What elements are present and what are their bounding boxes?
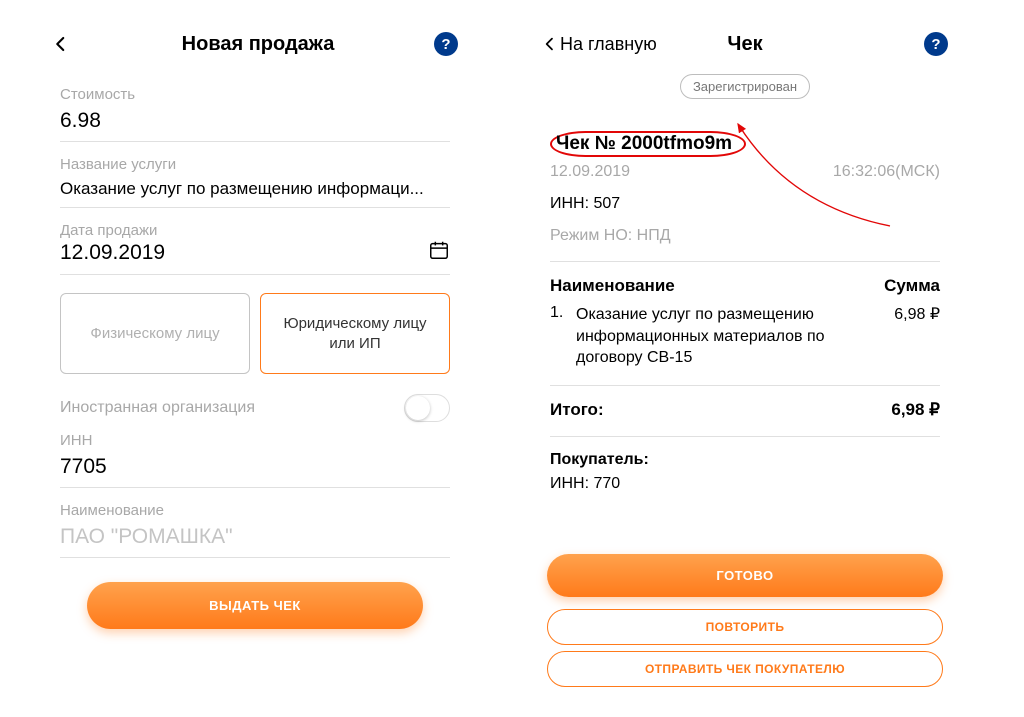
payer-type-selector: Физическому лицу Юридическому лицу или И… <box>60 293 450 374</box>
name-label: Наименование <box>60 502 450 519</box>
service-label: Название услуги <box>60 156 450 173</box>
total-label: Итого: <box>550 400 604 420</box>
buyer-label: Покупатель: <box>550 451 940 469</box>
submit-button[interactable]: Выдать чек <box>87 582 422 629</box>
status-badge: Зарегистрирован <box>680 74 810 99</box>
repeat-button[interactable]: Повторить <box>547 609 944 645</box>
foreign-toggle[interactable] <box>404 394 450 422</box>
receipt-date: 12.09.2019 <box>550 163 630 181</box>
item-name: Оказание услуг по размещению информацион… <box>576 304 894 369</box>
receipt-body: Зарегистрирован Чек № 2000tfmo9m 12.09.2… <box>530 68 960 546</box>
form: Стоимость 6.98 Название услуги Оказание … <box>40 68 470 697</box>
inn-input[interactable]: 7705 <box>60 449 450 488</box>
choice-individual[interactable]: Физическому лицу <box>60 293 250 374</box>
divider <box>550 436 940 437</box>
item-amount: 6,98 ₽ <box>894 304 940 369</box>
back-home-label: На главную <box>560 34 657 55</box>
seller-inn: ИНН: 507 <box>550 195 940 213</box>
header: Новая продажа ? <box>40 20 470 68</box>
done-button[interactable]: Готово <box>547 554 944 597</box>
foreign-org-row: Иностранная организация <box>60 394 450 422</box>
foreign-label: Иностранная организация <box>60 399 255 417</box>
col-sum: Сумма <box>884 276 940 296</box>
buyer-inn: ИНН: 770 <box>550 475 940 493</box>
screen-receipt: На главную Чек ? Зарегистрирован Чек № 2… <box>530 20 960 697</box>
total-amount: 6,98 ₽ <box>891 400 940 420</box>
back-button[interactable] <box>52 35 82 53</box>
cost-label: Стоимость <box>60 86 450 103</box>
check-number: Чек № 2000tfmo9m <box>550 131 746 157</box>
calendar-icon[interactable] <box>428 239 450 266</box>
inn-label: ИНН <box>60 432 450 449</box>
cost-input[interactable]: 6.98 <box>60 103 450 142</box>
total-row: Итого: 6,98 ₽ <box>550 400 940 420</box>
chevron-left-icon <box>52 35 70 53</box>
name-input[interactable]: ПАО "РОМАШКА" <box>60 519 450 558</box>
receipt-datetime: 12.09.2019 16:32:06(МСК) <box>550 163 940 181</box>
page-title: Новая продажа <box>182 33 335 56</box>
chevron-left-icon <box>542 36 558 52</box>
col-name: Наименование <box>550 276 675 296</box>
receipt-actions: Готово Повторить Отправить чек покупател… <box>530 546 960 697</box>
date-input[interactable]: 12.09.2019 <box>60 239 450 275</box>
back-home-button[interactable]: На главную <box>542 34 657 55</box>
receipt-item: 1. Оказание услуг по размещению информац… <box>550 304 940 369</box>
choice-legal[interactable]: Юридическому лицу или ИП <box>260 293 450 374</box>
service-input[interactable]: Оказание услуг по размещению информаци..… <box>60 173 450 208</box>
send-receipt-button[interactable]: Отправить чек покупателю <box>547 651 944 687</box>
date-value: 12.09.2019 <box>60 241 165 265</box>
date-label: Дата продажи <box>60 222 450 239</box>
page-title: Чек <box>727 33 762 56</box>
help-button[interactable]: ? <box>434 32 458 56</box>
items-header: Наименование Сумма <box>550 276 940 296</box>
divider <box>550 385 940 386</box>
help-button[interactable]: ? <box>924 32 948 56</box>
divider <box>550 261 940 262</box>
receipt-time: 16:32:06(МСК) <box>833 163 940 181</box>
item-index: 1. <box>550 304 576 369</box>
screen-new-sale: Новая продажа ? Стоимость 6.98 Название … <box>40 20 470 697</box>
header: На главную Чек ? <box>530 20 960 68</box>
tax-regime: Режим НО: НПД <box>550 227 940 245</box>
